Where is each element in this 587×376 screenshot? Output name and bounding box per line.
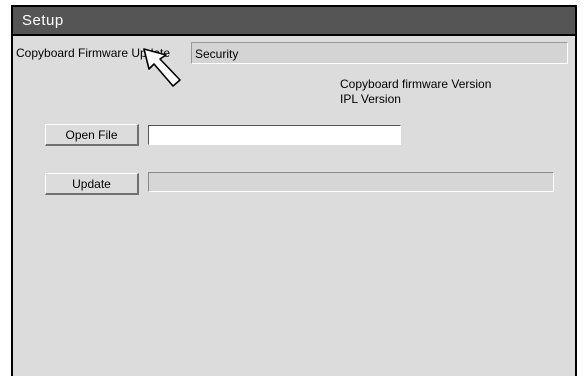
- window-title: Setup: [22, 12, 64, 29]
- firmware-version-label: Copyboard firmware Version: [340, 77, 492, 91]
- setup-window: Setup Copyboard Firmware Update Security…: [11, 5, 577, 376]
- file-path-field[interactable]: [148, 125, 401, 145]
- update-button[interactable]: Update: [45, 173, 139, 195]
- version-info: Copyboard firmware Version IPL Version: [340, 77, 491, 107]
- open-file-button[interactable]: Open File: [45, 124, 139, 146]
- mouse-pointer-icon: [143, 48, 181, 87]
- ipl-version-label: IPL Version: [340, 92, 401, 106]
- tab-bar: Copyboard Firmware Update Security: [13, 42, 575, 66]
- update-progress-bar: [148, 172, 554, 192]
- title-bar: Setup: [13, 7, 575, 36]
- tab-security[interactable]: Security: [191, 42, 568, 64]
